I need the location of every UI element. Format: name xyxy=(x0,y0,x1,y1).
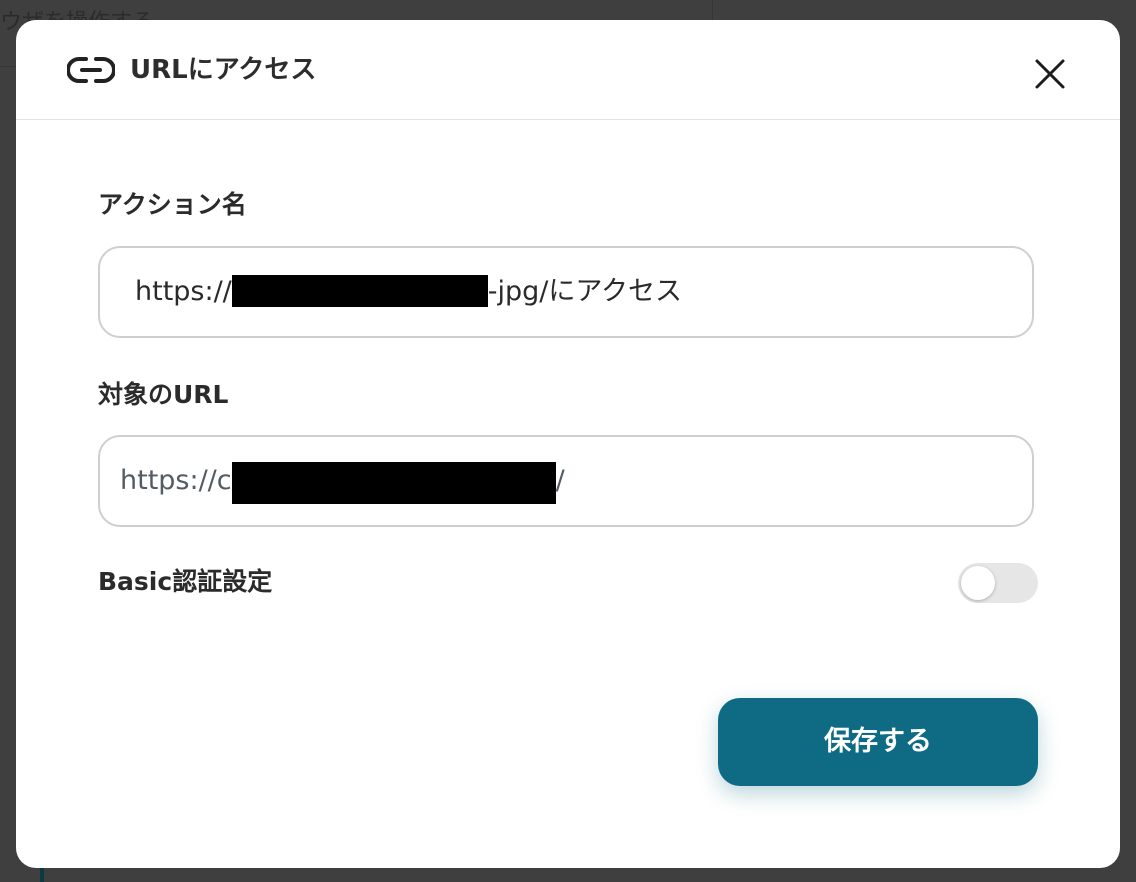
dialog-header: URLにアクセス xyxy=(16,20,1120,120)
target-url-field[interactable]: https://c / xyxy=(98,435,1034,527)
link-icon xyxy=(66,56,116,84)
toggle-knob xyxy=(961,566,995,600)
target-url-label: 対象のURL xyxy=(98,380,229,409)
target-url-suffix: / xyxy=(555,465,565,496)
url-access-dialog: URLにアクセス アクション名 https:// -jpg/にアクセス 対象のUR… xyxy=(16,20,1120,868)
action-name-value: https:// -jpg/にアクセス xyxy=(135,248,682,336)
target-url-prefix: https://c xyxy=(120,465,232,496)
action-name-field[interactable]: https:// -jpg/にアクセス xyxy=(98,246,1034,338)
close-icon[interactable] xyxy=(1028,52,1072,96)
basic-auth-label: Basic認証設定 xyxy=(98,567,273,596)
action-name-prefix: https:// xyxy=(135,276,232,307)
redacted-block xyxy=(231,274,488,307)
basic-auth-toggle[interactable] xyxy=(958,563,1038,603)
dialog-title: URLにアクセス xyxy=(130,55,317,85)
save-button[interactable]: 保存する xyxy=(718,698,1038,786)
redacted-block xyxy=(231,461,556,504)
target-url-value: https://c / xyxy=(120,437,565,525)
background-vertical-divider xyxy=(712,0,713,20)
action-name-suffix: -jpg/にアクセス xyxy=(487,276,683,307)
action-name-label: アクション名 xyxy=(98,190,247,219)
